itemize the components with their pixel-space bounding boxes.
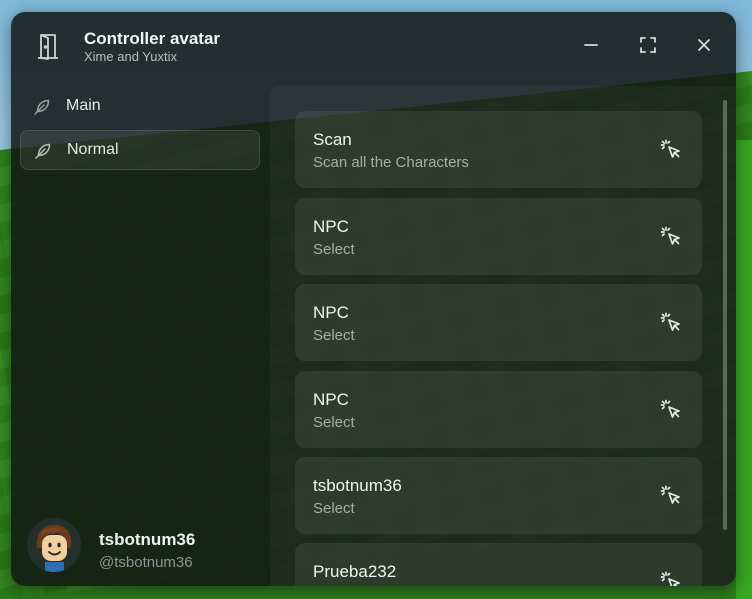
button-description: Scan all the Characters: [313, 154, 469, 171]
window-subtitle: Xime and Yuxtix: [84, 49, 177, 64]
button-title: Prueba232: [313, 562, 397, 581]
button-description: Select: [313, 414, 355, 431]
player-select-button[interactable]: Prueba232: [295, 543, 702, 586]
feather-icon: [33, 98, 51, 116]
door-icon: [35, 32, 61, 60]
controller-window: Controller avatar Xime and Yuxtix Main N…: [11, 12, 736, 586]
button-description: Select: [313, 241, 355, 258]
cursor-click-icon: [659, 225, 683, 249]
sidebar: Main Normal tsbotnum36 @tsbotnum36: [11, 82, 271, 586]
player-select-button[interactable]: tsbotnum36 Select: [295, 457, 702, 534]
button-description: Select: [313, 500, 355, 517]
tab-main-label: Main: [66, 97, 101, 114]
title-bar[interactable]: Controller avatar Xime and Yuxtix: [11, 12, 736, 80]
button-title: NPC: [313, 390, 349, 409]
minimize-icon[interactable]: [580, 34, 602, 56]
button-title: NPC: [313, 303, 349, 322]
button-description: Select: [313, 327, 355, 344]
close-icon[interactable]: [693, 34, 715, 56]
cursor-click-icon: [659, 138, 683, 162]
cursor-click-icon: [659, 311, 683, 335]
scrollbar[interactable]: [723, 100, 727, 530]
cursor-click-icon: [659, 484, 683, 508]
avatar: [27, 518, 81, 572]
button-title: NPC: [313, 217, 349, 236]
npc-select-button[interactable]: NPC Select: [295, 371, 702, 448]
feather-icon: [34, 142, 52, 160]
button-list: Scan Scan all the Characters NPC Select: [270, 86, 736, 586]
grass-edge: [736, 140, 752, 599]
npc-select-button[interactable]: NPC Select: [295, 284, 702, 361]
profile-display-name: tsbotnum36: [99, 530, 196, 549]
tab-normal[interactable]: Normal: [20, 130, 260, 170]
profile-username: @tsbotnum36: [99, 554, 193, 571]
tab-normal-label: Normal: [67, 141, 119, 158]
window-title: Controller avatar: [84, 29, 221, 48]
user-profile: tsbotnum36 @tsbotnum36: [27, 518, 267, 574]
npc-select-button[interactable]: NPC Select: [295, 198, 702, 275]
cursor-click-icon: [659, 398, 683, 422]
tab-main[interactable]: Main: [20, 87, 260, 127]
cursor-click-icon: [659, 570, 683, 586]
maximize-icon[interactable]: [637, 34, 659, 56]
button-title: tsbotnum36: [313, 476, 402, 495]
button-title: Scan: [313, 130, 352, 149]
scan-button[interactable]: Scan Scan all the Characters: [295, 111, 702, 188]
